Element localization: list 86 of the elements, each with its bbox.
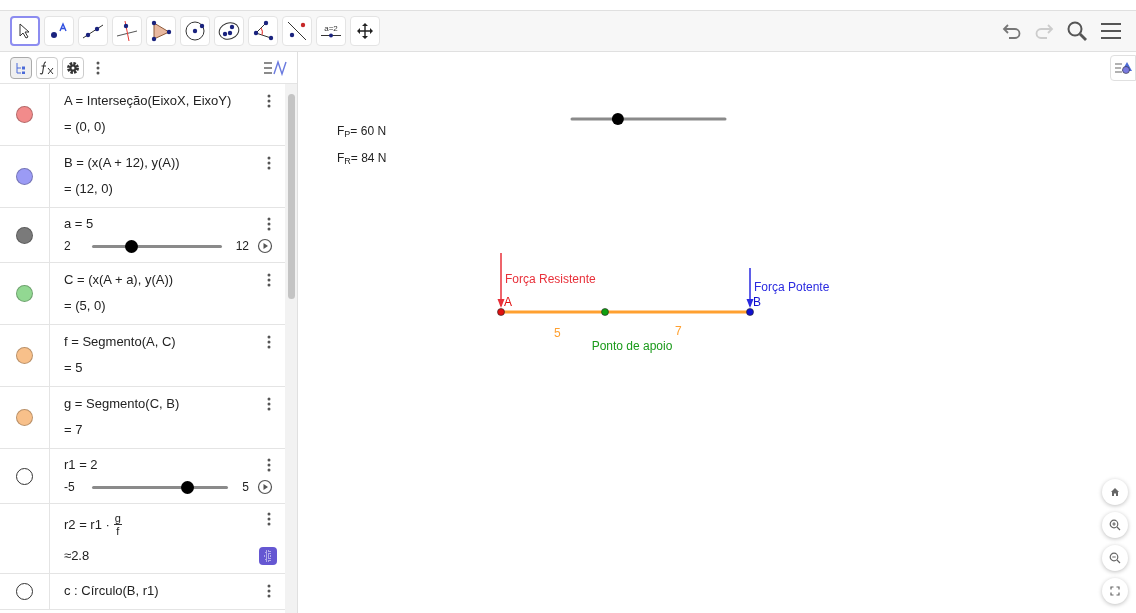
line-icon [82,22,104,40]
zoom-out-icon [1109,552,1121,564]
settings-button[interactable] [62,56,84,79]
algebra-definition[interactable]: c : Círculo(B, r1) [64,583,159,599]
settings-icon [66,60,80,75]
algebra-value: = (12, 0) [64,181,113,197]
perpendicular-lines-icon [116,20,138,42]
fraction-icon [263,549,273,563]
triangle-icon [150,20,172,42]
force-reading: F$_{P}$= 60 N [337,123,387,140]
ellipse-icon [218,20,240,42]
algebra-value: = 5 [64,360,83,376]
algebra-value: = 7 [64,422,83,438]
reflect-line-icon [286,20,308,42]
play-icon[interactable] [257,238,273,254]
slider-max: 5 [242,479,249,495]
symbolic-toggle-button[interactable] [259,547,277,565]
more-options-icon[interactable] [96,60,100,75]
algebra-definition[interactable]: g = Segmento(C, B) [64,396,180,412]
force-arrow [746,267,754,308]
zoom-in-icon [1109,519,1121,531]
tree-view-button[interactable] [10,56,32,79]
more-options-icon[interactable] [267,273,271,287]
point-label: A [504,295,512,309]
force-reading: F$_{R}$= 84 N [337,150,387,167]
algebra-definition[interactable]: C = (x(A + a), y(A)) [64,272,174,288]
canvas-slider[interactable] [570,113,727,125]
sort-icon[interactable] [263,59,287,76]
algebra-value: = (5, 0) [64,298,106,314]
home-icon [1110,487,1120,497]
algebra-definition[interactable]: B = (x(A + 12), y(A)) [64,155,180,171]
slider-min: -5 [64,479,76,495]
fraction-numerator: g [114,512,121,524]
more-options-icon[interactable] [267,217,271,231]
segment-length: 7 [675,324,682,338]
menu-icon[interactable] [1100,22,1122,40]
slider-max: 12 [235,238,249,254]
slider-thumb[interactable] [611,113,624,125]
move-arrows-icon [356,22,374,40]
more-options-icon[interactable] [267,584,271,598]
slider-min: 2 [64,238,72,254]
point-label: B [753,295,761,309]
force-arrow [497,252,505,308]
support-label: Ponto de apoio [591,339,673,353]
toolbar-tool[interactable]: a=2 [316,16,346,46]
visibility-marble[interactable] [16,583,33,600]
angle-icon [252,20,274,42]
cursor-arrow-icon [18,23,32,39]
style-bar-icon [1114,61,1132,75]
algebra-definition[interactable]: f = Segmento(A, C) [64,334,176,350]
more-options-icon[interactable] [267,458,271,472]
more-options-icon[interactable] [267,397,271,411]
algebra-value: ≈2.8 [64,548,90,564]
tree-icon [15,61,27,74]
scrollbar[interactable] [285,84,297,613]
play-icon[interactable] [257,479,273,495]
more-options-icon[interactable] [267,335,271,349]
point-icon [49,22,69,40]
force-label: Força Resistente [505,272,596,286]
point[interactable] [746,308,754,316]
zoom-out-button[interactable] [1102,545,1128,571]
more-options-icon[interactable] [267,156,271,170]
undo-icon[interactable] [1002,23,1022,39]
algebra-definition[interactable]: a = 5 [64,216,94,232]
circle-icon [184,20,206,42]
search-icon[interactable] [1066,20,1088,42]
segment-length: 5 [554,326,561,340]
slider-thumb[interactable] [124,239,138,253]
force-label: Força Potente [754,280,830,294]
fullscreen-icon [1110,586,1120,596]
style-bar-button[interactable] [1110,55,1136,81]
more-options-icon[interactable] [267,94,271,108]
more-options-icon[interactable] [267,512,271,526]
slider-thumb[interactable] [180,480,194,494]
algebra-value: = (0, 0) [64,119,106,135]
algebra-definition[interactable]: A = Interseção(EixoX, EixoY) [64,93,232,109]
fraction-denominator: f [116,525,120,537]
input-bar-button[interactable] [36,56,58,79]
algebra-definition[interactable]: r2 = r1 · [64,516,110,533]
point[interactable] [601,308,609,316]
algebra-definition[interactable]: r1 = 2 [64,457,98,473]
home-button[interactable] [1102,479,1128,505]
zoom-in-button[interactable] [1102,512,1128,538]
visibility-marble[interactable] [16,467,33,485]
point[interactable] [497,308,505,316]
fx-icon [39,60,55,75]
